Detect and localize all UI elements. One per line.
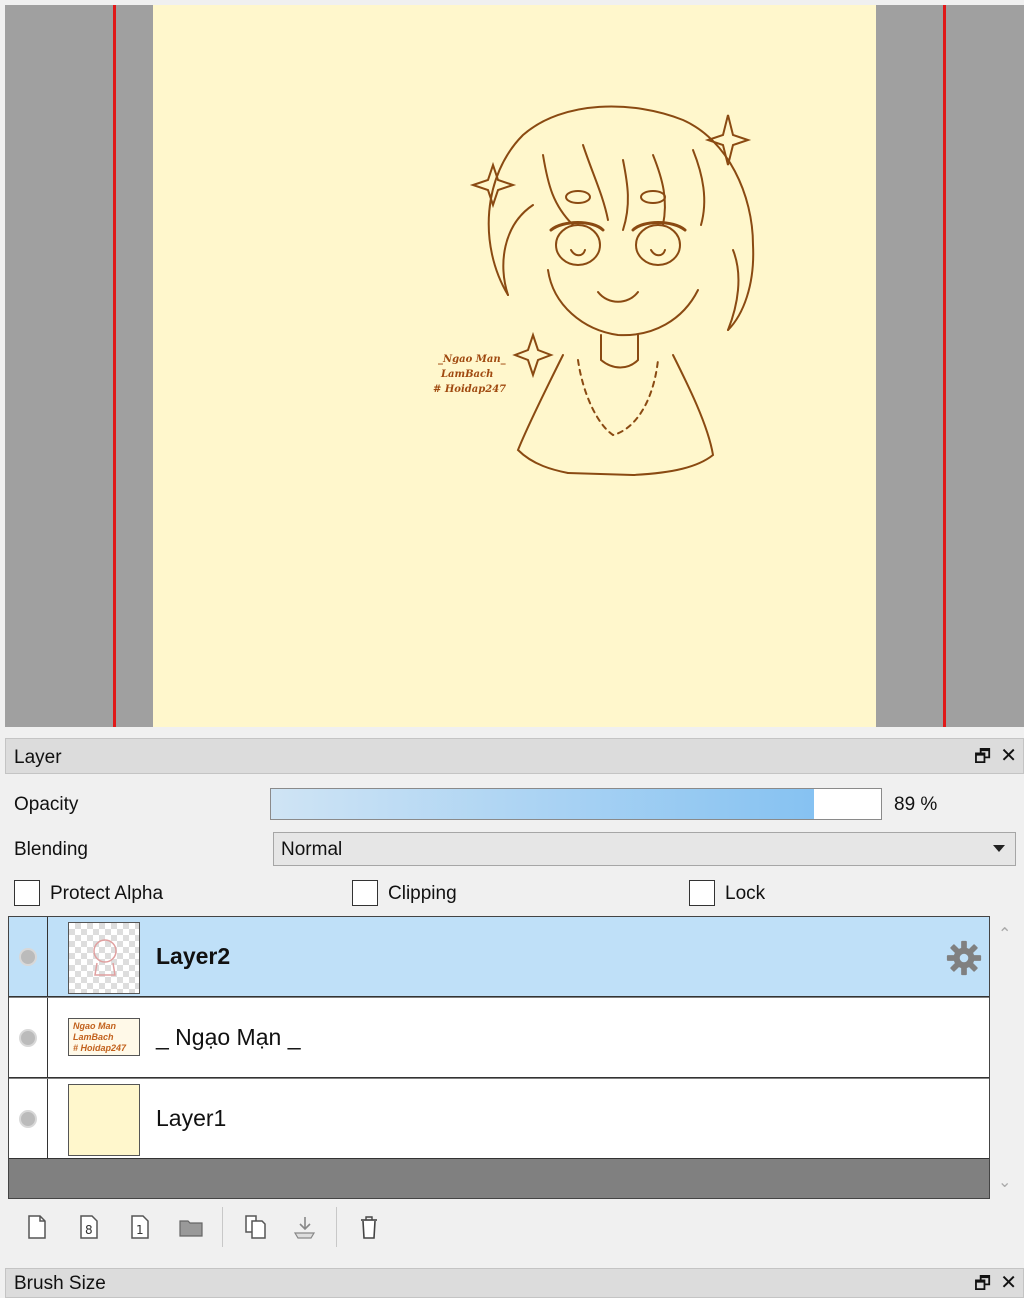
drawing-paper[interactable]: _Ngao Man_ LamBach # Hoidap247: [153, 5, 876, 727]
visibility-toggle[interactable]: [9, 1079, 48, 1158]
lock-checkbox[interactable]: [689, 880, 715, 906]
restore-window-icon[interactable]: 🗗: [974, 1272, 991, 1294]
layer-toolbar: 8 1: [14, 1205, 414, 1249]
layer-name: Layer1: [156, 1105, 227, 1131]
thumbnail-text-line: Ngao Man: [73, 1021, 117, 1031]
layer-thumbnail: [68, 1084, 140, 1156]
chevron-down-icon: [993, 845, 1005, 852]
scroll-up-icon[interactable]: ⌃: [998, 924, 1011, 944]
blending-mode-value: Normal: [281, 839, 343, 860]
svg-text:8: 8: [85, 1223, 93, 1237]
opacity-slider[interactable]: [270, 788, 882, 820]
visibility-dot-icon: [19, 1110, 37, 1128]
close-icon[interactable]: ✕: [1000, 745, 1017, 767]
guide-line-right: [943, 5, 946, 727]
protect-alpha-checkbox[interactable]: [14, 880, 40, 906]
visibility-toggle[interactable]: [9, 917, 48, 996]
opacity-slider-fill: [271, 789, 814, 819]
watermark-line-3: # Hoidap247: [433, 384, 506, 395]
lock-label: Lock: [725, 883, 766, 904]
scroll-down-icon[interactable]: ⌄: [998, 1172, 1011, 1192]
opacity-value: 89 %: [894, 794, 938, 815]
layer-thumbnail: [68, 922, 140, 994]
restore-window-icon[interactable]: 🗗: [974, 745, 991, 767]
sketch-thumbnail-icon: [93, 939, 117, 976]
new-8bit-layer-icon[interactable]: 8: [76, 1213, 102, 1241]
duplicate-layer-icon[interactable]: [242, 1213, 268, 1241]
visibility-dot-icon: [19, 948, 37, 966]
new-folder-icon[interactable]: [178, 1213, 204, 1241]
layer-thumbnail: Ngao Man LamBach # Hoidap247: [68, 1018, 140, 1056]
blending-label: Blending: [14, 839, 88, 860]
gear-icon[interactable]: [945, 939, 983, 977]
clipping-label: Clipping: [388, 883, 457, 904]
layer-panel-header: Layer 🗗 ✕: [5, 738, 1024, 774]
svg-text:1: 1: [136, 1223, 144, 1237]
thumbnail-text-line: # Hoidap247: [73, 1043, 127, 1053]
layer-row-layer1[interactable]: Layer1: [9, 1079, 989, 1159]
protect-alpha-label: Protect Alpha: [50, 883, 164, 904]
clipping-checkbox[interactable]: [352, 880, 378, 906]
visibility-toggle[interactable]: [9, 998, 48, 1077]
new-1bit-layer-icon[interactable]: 1: [127, 1213, 153, 1241]
visibility-dot-icon: [19, 1029, 37, 1047]
close-icon[interactable]: ✕: [1000, 1272, 1017, 1294]
canvas-area[interactable]: _Ngao Man_ LamBach # Hoidap247: [0, 0, 1024, 735]
toolbar-separator: [222, 1207, 223, 1247]
thumbnail-text-line: LamBach: [73, 1032, 114, 1042]
watermark-line-2: LamBach: [440, 369, 493, 380]
layer-name: Layer2: [156, 943, 231, 969]
canvas-bottom-border: [0, 727, 1024, 735]
toolbar-separator: [336, 1207, 337, 1247]
thumbnail-text: Ngao Man LamBach # Hoidap247: [73, 1021, 126, 1054]
layer-panel-title: Layer: [14, 747, 62, 768]
brush-size-panel-title: Brush Size: [14, 1273, 106, 1294]
delete-layer-icon[interactable]: [356, 1213, 382, 1241]
layer-list[interactable]: Layer2 Ngao Man LamBach # Hoidap247 _ Ng…: [8, 916, 990, 1199]
layer-row-ngao-man[interactable]: Ngao Man LamBach # Hoidap247 _ Ngạo Mạn …: [9, 998, 989, 1078]
chibi-sketch-illustration: _Ngao Man_ LamBach # Hoidap247: [433, 105, 755, 476]
merge-down-icon[interactable]: [292, 1213, 318, 1241]
watermark-line-1: _Ngao Man_: [438, 354, 506, 365]
guide-line-left: [113, 5, 116, 727]
layer-row-layer2[interactable]: Layer2: [9, 917, 989, 997]
opacity-label: Opacity: [14, 794, 79, 815]
blending-mode-select[interactable]: Normal: [273, 832, 1016, 866]
brush-size-panel-header: Brush Size 🗗 ✕: [5, 1268, 1024, 1298]
canvas-left-border: [0, 0, 5, 735]
new-layer-icon[interactable]: [24, 1213, 50, 1241]
layer-name: _ Ngạo Mạn _: [156, 1024, 301, 1050]
